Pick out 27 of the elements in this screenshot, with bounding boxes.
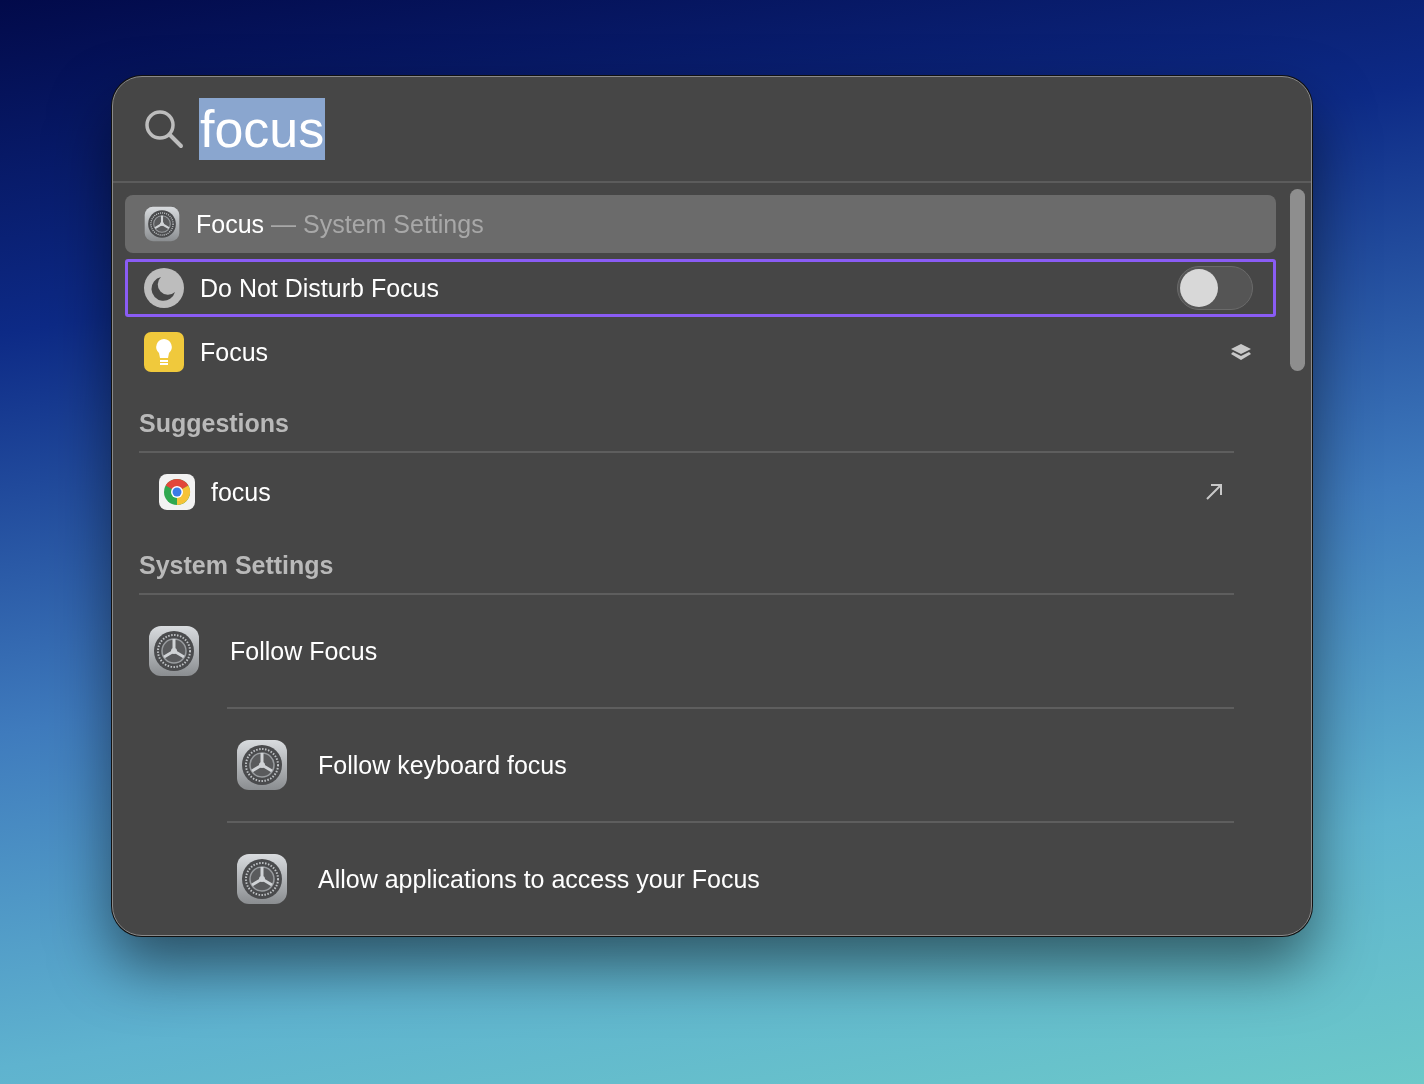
result-row[interactable]: Do Not Disturb Focus xyxy=(125,259,1276,317)
result-title: focus xyxy=(211,477,271,507)
result-row[interactable]: Follow Focus xyxy=(139,595,1234,707)
result-row[interactable]: Follow keyboard focus xyxy=(227,709,1234,821)
result-title: Do Not Disturb Focus xyxy=(200,273,439,303)
result-row[interactable]: Focus xyxy=(125,323,1276,381)
browser-icon xyxy=(159,474,195,510)
section-header: System Settings xyxy=(139,531,1234,595)
result-row[interactable]: focus xyxy=(139,453,1234,531)
lightbulb-icon xyxy=(144,332,184,372)
result-title: Follow Focus xyxy=(230,636,378,666)
result-title: Allow applications to access your Focus xyxy=(318,864,760,894)
result-title: Focus xyxy=(196,209,265,239)
result-row[interactable]: Allow applications to access your Focus xyxy=(227,823,1234,935)
result-subtitle: — System Settings xyxy=(271,209,484,239)
section-header: Suggestions xyxy=(139,381,1234,453)
gear-icon xyxy=(236,853,288,905)
arrow-icon xyxy=(1205,483,1223,501)
result-row[interactable]: Focus — System Settings xyxy=(125,195,1276,253)
gear-icon xyxy=(236,739,288,791)
search-icon xyxy=(143,108,185,150)
toggle-switch[interactable] xyxy=(1177,266,1253,310)
moon-icon xyxy=(144,268,184,308)
result-title: Focus xyxy=(200,337,269,367)
result-title: Follow keyboard focus xyxy=(318,750,567,780)
gear-icon xyxy=(148,625,200,677)
gear-icon xyxy=(144,206,180,242)
